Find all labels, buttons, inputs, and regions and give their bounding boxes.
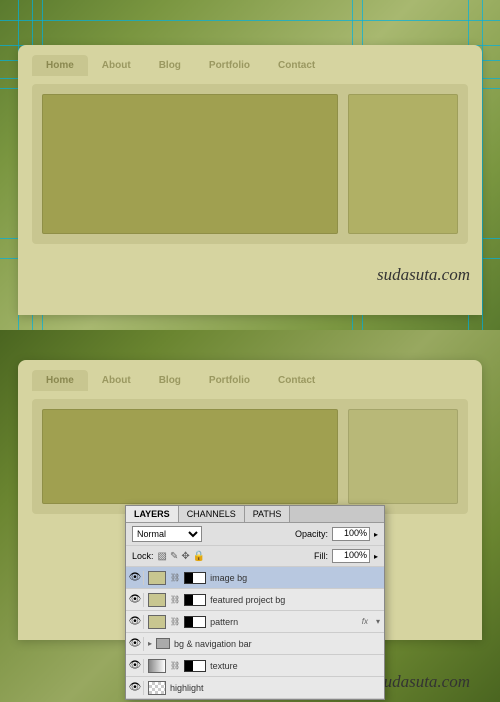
nav-bar-bottom: Home About Blog Portfolio Contact <box>18 360 482 399</box>
visibility-icon[interactable]: 👁 <box>130 637 144 651</box>
layer-pattern[interactable]: 👁 ⛓ pattern fx ▾ <box>126 611 384 633</box>
nav-contact-b[interactable]: Contact <box>264 370 329 391</box>
mask-thumb <box>184 572 206 584</box>
lock-label: Lock: <box>132 551 154 561</box>
nav-blog[interactable]: Blog <box>145 55 195 76</box>
watermark-top: sudasuta.com <box>377 265 470 285</box>
nav-portfolio[interactable]: Portfolio <box>195 55 264 76</box>
folder-arrow-icon[interactable]: ▸ <box>148 639 152 648</box>
layer-thumb <box>148 659 166 673</box>
lock-icons[interactable]: ▧ ✎ ✥ 🔒 <box>158 551 206 562</box>
visibility-icon[interactable]: 👁 <box>130 615 144 629</box>
layer-featured-project[interactable]: 👁 ⛓ featured project bg <box>126 589 384 611</box>
layer-folder-bg-nav[interactable]: 👁 ▸ bg & navigation bar <box>126 633 384 655</box>
watermark-bottom: sudasuta.com <box>377 672 470 692</box>
nav-portfolio-b[interactable]: Portfolio <box>195 370 264 391</box>
folder-icon <box>156 638 170 649</box>
nav-about-b[interactable]: About <box>88 370 145 391</box>
nav-contact[interactable]: Contact <box>264 55 329 76</box>
expand-arrow-icon[interactable]: ▾ <box>376 617 380 626</box>
layers-panel[interactable]: LAYERS CHANNELS PATHS Normal Opacity: 10… <box>125 505 385 700</box>
visibility-icon[interactable]: 👁 <box>130 593 144 607</box>
layer-thumb <box>148 681 166 695</box>
layer-thumb <box>148 571 166 585</box>
lock-fill-row: Lock: ▧ ✎ ✥ 🔒 Fill: 100% ▸ <box>126 546 384 567</box>
blend-mode-select[interactable]: Normal <box>132 526 202 542</box>
layer-name: texture <box>210 661 380 671</box>
layer-texture[interactable]: 👁 ⛓ texture <box>126 655 384 677</box>
tab-paths[interactable]: PATHS <box>245 506 291 522</box>
top-mockup-section: Home About Blog Portfolio Contact sudasu… <box>0 0 500 330</box>
fx-badge[interactable]: fx <box>362 617 368 626</box>
mask-thumb <box>184 594 206 606</box>
opacity-arrow-icon[interactable]: ▸ <box>374 530 378 539</box>
visibility-icon[interactable]: 👁 <box>130 571 144 585</box>
blend-opacity-row: Normal Opacity: 100% ▸ <box>126 523 384 546</box>
layer-name: pattern <box>210 617 358 627</box>
layer-name: bg & navigation bar <box>174 639 380 649</box>
layer-highlight[interactable]: 👁 highlight <box>126 677 384 699</box>
layer-name: image bg <box>210 573 380 583</box>
content-area-bottom <box>32 399 468 514</box>
opacity-label: Opacity: <box>295 529 328 539</box>
side-content-box <box>348 94 458 234</box>
tab-channels[interactable]: CHANNELS <box>179 506 245 522</box>
nav-home[interactable]: Home <box>32 55 88 76</box>
layer-name: featured project bg <box>210 595 380 605</box>
link-icon[interactable]: ⛓ <box>170 617 180 626</box>
layer-thumb <box>148 615 166 629</box>
nav-blog-b[interactable]: Blog <box>145 370 195 391</box>
side-box-bottom <box>348 409 458 504</box>
visibility-icon[interactable]: 👁 <box>130 681 144 695</box>
mask-thumb <box>184 616 206 628</box>
fill-arrow-icon[interactable]: ▸ <box>374 552 378 561</box>
lock-move-icon[interactable]: ✥ <box>181 551 189 562</box>
nav-home-b[interactable]: Home <box>32 370 88 391</box>
fill-label: Fill: <box>314 551 328 561</box>
content-area-top <box>32 84 468 244</box>
layer-image-bg[interactable]: 👁 ⛓ image bg <box>126 567 384 589</box>
nav-bar: Home About Blog Portfolio Contact <box>18 45 482 84</box>
tab-layers[interactable]: LAYERS <box>126 506 179 522</box>
fill-input[interactable]: 100% <box>332 549 370 563</box>
lock-transparency-icon[interactable]: ▧ <box>158 551 167 562</box>
lock-all-icon[interactable]: 🔒 <box>193 551 205 562</box>
visibility-icon[interactable]: 👁 <box>130 659 144 673</box>
link-icon[interactable]: ⛓ <box>170 573 180 582</box>
lock-paint-icon[interactable]: ✎ <box>170 551 178 562</box>
mask-thumb <box>184 660 206 672</box>
panel-tabs: LAYERS CHANNELS PATHS <box>126 506 384 523</box>
main-box-bottom <box>42 409 338 504</box>
layer-thumb <box>148 593 166 607</box>
link-icon[interactable]: ⛓ <box>170 595 180 604</box>
link-icon[interactable]: ⛓ <box>170 661 180 670</box>
nav-about[interactable]: About <box>88 55 145 76</box>
layer-name: highlight <box>170 683 380 693</box>
main-content-box <box>42 94 338 234</box>
opacity-input[interactable]: 100% <box>332 527 370 541</box>
